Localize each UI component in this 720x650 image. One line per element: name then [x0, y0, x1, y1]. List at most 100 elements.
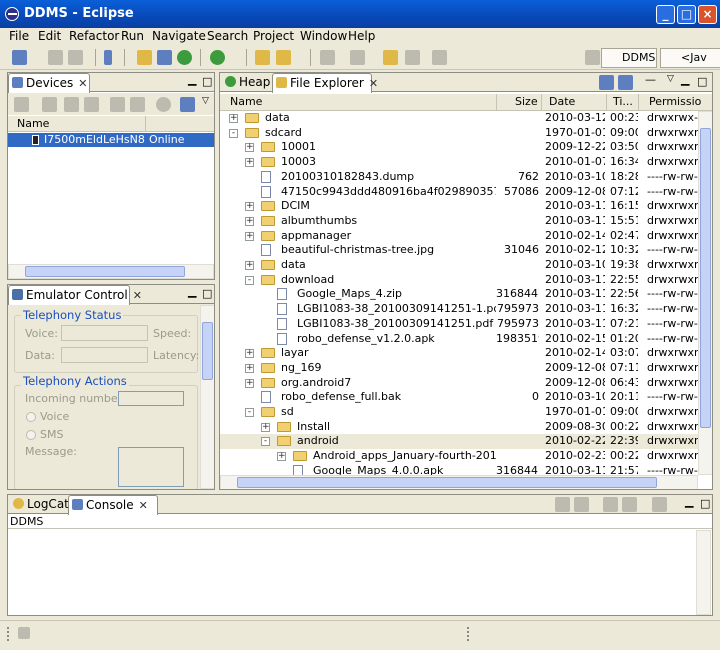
minimize-view-icon[interactable]: ▁: [685, 495, 693, 508]
tab-emulator-control[interactable]: Emulator Control ✕: [8, 285, 142, 305]
close-icon[interactable]: ✕: [78, 77, 87, 90]
last-edit-icon[interactable]: [383, 50, 398, 65]
tab-devices[interactable]: Devices ✕: [8, 73, 90, 93]
new-class-icon[interactable]: [157, 50, 172, 65]
folder-row[interactable]: + data 2010-03-10 19:38 drwxrwxrwx: [220, 258, 698, 273]
collapse-icon[interactable]: -: [245, 275, 254, 285]
scroll-thumb[interactable]: [25, 266, 185, 277]
menu-run[interactable]: Run: [121, 29, 144, 43]
folder-row[interactable]: + data 2010-03-12 00:23 drwxrwx--: [220, 111, 698, 126]
scroll-thumb[interactable]: [237, 477, 657, 488]
maximize-button[interactable]: □: [677, 5, 696, 24]
menu-search[interactable]: Search: [207, 29, 248, 43]
update-threads-icon[interactable]: [110, 97, 125, 112]
open-console-icon[interactable]: [652, 497, 667, 512]
scroll-thumb[interactable]: [202, 322, 213, 380]
emulator-vscrollbar[interactable]: [200, 305, 214, 489]
menu-window[interactable]: Window: [300, 29, 347, 43]
menu-edit[interactable]: Edit: [38, 29, 61, 43]
tab-file-explorer[interactable]: File Explorer ✕: [272, 73, 378, 93]
file-row[interactable]: Google_Maps_4.0.0.apk 3168447 2010-03-11 21…: [220, 464, 698, 475]
explorer-vscrollbar[interactable]: [698, 111, 712, 475]
file-row[interactable]: LGBI1083-38_20100309141251.pdf 795973 2010…: [220, 317, 698, 332]
folder-row[interactable]: + org.android7 2009-12-08 06:43 drwxrwxrwx: [220, 376, 698, 391]
tab-heap[interactable]: Heap: [222, 73, 272, 92]
menu-help[interactable]: Help: [348, 29, 375, 43]
debug-icon[interactable]: [14, 97, 29, 112]
view-menu-icon[interactable]: ▽: [202, 96, 209, 106]
device-icon[interactable]: [104, 50, 112, 65]
save-icon[interactable]: [48, 50, 63, 65]
file-row[interactable]: LGBI1083-38_20100309141251-1.pdf 795973 20…: [220, 302, 698, 317]
incoming-number-input[interactable]: [118, 391, 184, 406]
forward-arrow-icon[interactable]: [432, 50, 447, 65]
print-icon[interactable]: [68, 50, 83, 65]
folder-row[interactable]: - android 2010-02-22 22:39 drwxrwxrwx: [220, 434, 698, 450]
back-arrow-icon[interactable]: [405, 50, 420, 65]
prev-annotation-icon[interactable]: [350, 50, 365, 65]
folder-row[interactable]: - sd 1970-01-01 09:00 drwxrwxrwx: [220, 405, 698, 420]
folder-row[interactable]: + albumthumbs 2010-03-11 15:51 drwxrwxrwx: [220, 214, 698, 229]
folder-row[interactable]: - download 2010-03-11 22:55 drwxrwxrwx: [220, 273, 698, 288]
expand-icon[interactable]: +: [277, 452, 286, 462]
close-icon[interactable]: ✕: [369, 77, 378, 90]
pull-file-icon[interactable]: [599, 75, 614, 90]
devices-hscrollbar[interactable]: [8, 264, 214, 279]
column-name[interactable]: Name: [230, 94, 262, 110]
screen-capture-icon[interactable]: [180, 97, 195, 112]
expand-icon[interactable]: +: [245, 231, 254, 241]
tab-logcat[interactable]: LogCat: [10, 495, 69, 514]
file-row[interactable]: 47150c9943ddd480916ba4f029890357_7art_Ch…: [220, 185, 698, 200]
expand-icon[interactable]: +: [245, 349, 254, 359]
folder-row[interactable]: +10001 2009-12-22 03:50 drwxrwxrwx: [220, 140, 698, 155]
delete-icon[interactable]: —: [645, 73, 656, 86]
folder-row[interactable]: + appmanager 2010-02-14 02:47 drwxrwxrwx: [220, 229, 698, 244]
column-date[interactable]: Date: [549, 94, 575, 110]
collapse-icon[interactable]: -: [229, 128, 238, 138]
display-console-icon[interactable]: [622, 497, 637, 512]
menu-navigate[interactable]: Navigate: [152, 29, 206, 43]
collapse-icon[interactable]: -: [261, 437, 270, 447]
expand-icon[interactable]: +: [229, 114, 238, 123]
pin-console-icon[interactable]: [603, 497, 618, 512]
expand-icon[interactable]: +: [245, 261, 254, 270]
close-icon[interactable]: ✕: [139, 499, 148, 512]
folder-row[interactable]: - sdcard 1970-01-01 09:00 drwxrwxrwx: [220, 126, 698, 141]
cause-gc-icon[interactable]: [84, 97, 99, 112]
menu-project[interactable]: Project: [253, 29, 294, 43]
new-project-icon[interactable]: [137, 50, 152, 65]
folder-row[interactable]: + layar 2010-02-14 03:07 drwxrwxrwx: [220, 346, 698, 361]
sms-radio[interactable]: [26, 430, 36, 440]
clear-console-icon[interactable]: [555, 497, 570, 512]
expand-icon[interactable]: +: [261, 422, 270, 432]
minimize-view-icon[interactable]: ▁: [681, 73, 689, 86]
push-file-icon[interactable]: [618, 75, 633, 90]
data-select[interactable]: [61, 347, 148, 363]
expand-icon[interactable]: +: [245, 143, 254, 153]
file-row[interactable]: Google_Maps_4.zip 3168447 2010-03-11 22:56-…: [220, 287, 698, 302]
view-menu-icon[interactable]: ▽: [667, 74, 674, 84]
maximize-view-icon[interactable]: □: [697, 75, 707, 88]
column-size[interactable]: Size: [515, 94, 538, 110]
dump-hprof-icon[interactable]: [64, 97, 79, 112]
update-heap-icon[interactable]: [42, 97, 57, 112]
pencil-icon[interactable]: [276, 50, 291, 65]
console-output[interactable]: [8, 530, 696, 615]
perspective-java[interactable]: <Jav: [660, 48, 720, 68]
scroll-thumb[interactable]: [700, 128, 711, 428]
voice-select[interactable]: [61, 325, 148, 341]
next-annotation-icon[interactable]: [320, 50, 335, 65]
maximize-view-icon[interactable]: □: [202, 287, 212, 300]
close-icon[interactable]: ✕: [133, 289, 142, 302]
tab-console[interactable]: Console ✕: [68, 495, 158, 515]
minimize-button[interactable]: _: [656, 5, 675, 24]
expand-icon[interactable]: +: [245, 202, 254, 212]
explorer-hscrollbar[interactable]: [220, 475, 698, 489]
console-vscrollbar[interactable]: [696, 530, 711, 615]
close-button[interactable]: ×: [698, 5, 717, 24]
minimize-view-icon[interactable]: ▁: [188, 73, 196, 86]
menu-file[interactable]: File: [9, 29, 29, 43]
file-row[interactable]: robo_defense_full.bak 0 2010-03-10 20:11 ---…: [220, 390, 698, 405]
fast-view-icon[interactable]: [18, 627, 30, 639]
expand-icon[interactable]: +: [245, 216, 254, 226]
